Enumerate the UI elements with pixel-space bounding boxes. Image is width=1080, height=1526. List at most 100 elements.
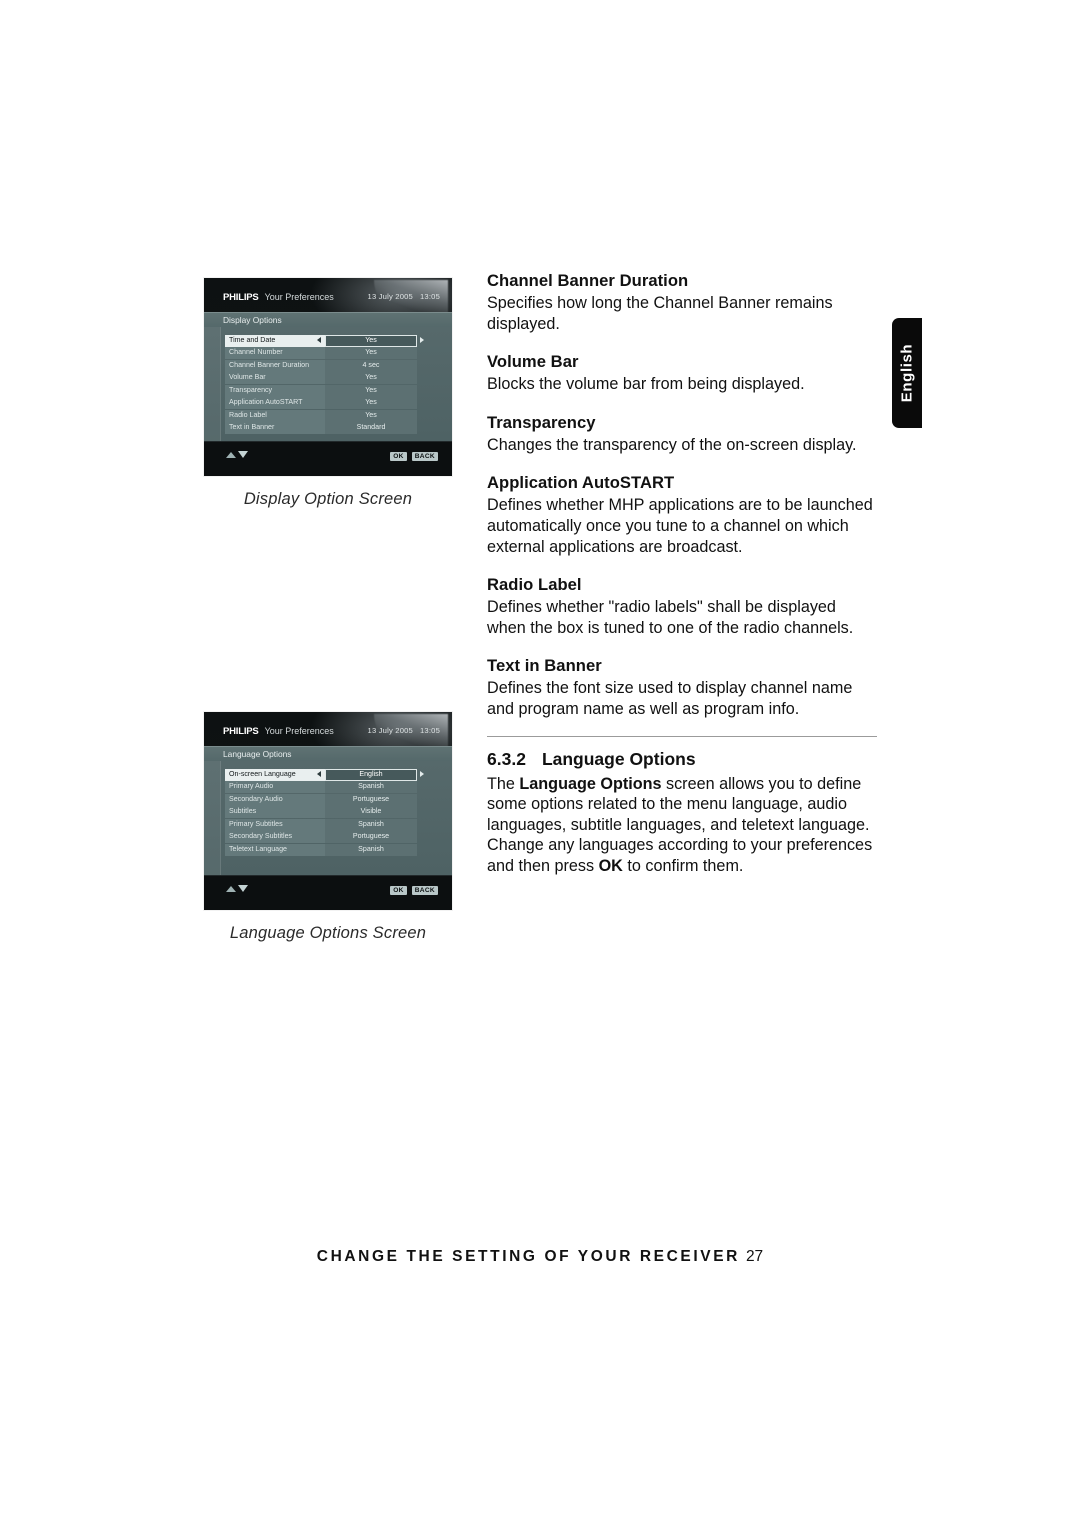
setting-label: On-screen Language xyxy=(225,769,325,781)
tv-menu-titlebar: Display Options xyxy=(204,312,452,328)
tv-settings-table: On-screen Language English Primary Audio… xyxy=(225,769,433,856)
arrow-up-icon[interactable] xyxy=(226,885,236,892)
setting-value[interactable]: English xyxy=(325,769,417,781)
setting-value[interactable]: Yes xyxy=(325,347,417,360)
setting-right-pad xyxy=(417,335,433,347)
body-text-column: Channel Banner Duration Specifies how lo… xyxy=(487,271,877,877)
arrow-down-icon[interactable] xyxy=(238,885,248,892)
tv-softkeys: OK BACK xyxy=(390,452,438,461)
setting-label: Channel Number xyxy=(225,347,325,360)
chevron-left-icon[interactable] xyxy=(317,337,321,344)
chevron-right-icon[interactable] xyxy=(420,337,424,344)
definition-term: Volume Bar xyxy=(487,352,579,372)
section-heading: 6.3.2 Language Options xyxy=(487,749,877,770)
tv-menu-titlebar: Language Options xyxy=(204,746,452,762)
arrow-down-icon[interactable] xyxy=(238,451,248,458)
setting-value[interactable]: Standard xyxy=(325,422,417,434)
tv-footer: OK BACK xyxy=(204,441,452,476)
definition-text: Changes the transparency of the on-scree… xyxy=(487,435,857,454)
setting-value[interactable]: Spanish xyxy=(325,781,417,794)
table-row[interactable]: Volume Bar Yes xyxy=(225,372,433,385)
tv-settings-table: Time and Date Yes Channel Number Yes Cha… xyxy=(225,335,433,435)
section-body: The Language Options screen allows you t… xyxy=(487,774,877,877)
definition-term: Application AutoSTART xyxy=(487,473,675,493)
section-divider xyxy=(487,735,877,737)
definition-text: Defines whether MHP applications are to … xyxy=(487,496,873,556)
setting-value[interactable]: Visible xyxy=(325,806,417,819)
table-row[interactable]: Application AutoSTART Yes xyxy=(225,397,433,410)
tv-nav-arrows[interactable] xyxy=(226,451,248,458)
tv-nav-arrows[interactable] xyxy=(226,885,248,892)
tv-screenshot-language-options: PHILIPS Your Preferences 13 July 2005 13:… xyxy=(204,712,452,910)
philips-logo: PHILIPS xyxy=(223,726,259,737)
setting-value[interactable]: Yes xyxy=(325,384,417,397)
footer-chapter-title: CHANGE THE SETTING OF YOUR RECEIVER xyxy=(316,1248,740,1265)
definition-text: Defines the font size used to display ch… xyxy=(487,679,853,718)
ok-button[interactable]: OK xyxy=(390,452,407,461)
tv-datetime: 13 July 2005 13:05 xyxy=(368,292,440,301)
setting-label: Teletext Language xyxy=(225,843,325,856)
tv-menu-title: Display Options xyxy=(223,315,282,325)
setting-right-pad xyxy=(417,347,433,359)
table-row[interactable]: Secondary Subtitles Portuguese xyxy=(225,831,433,844)
table-row[interactable]: Primary Audio Spanish xyxy=(225,781,433,794)
setting-label: Subtitles xyxy=(225,806,325,819)
setting-label: Volume Bar xyxy=(225,372,325,385)
setting-right-pad xyxy=(417,794,433,806)
section-body-part1: The xyxy=(487,774,520,793)
setting-value[interactable]: Yes xyxy=(325,335,417,347)
setting-value[interactable]: Yes xyxy=(325,409,417,422)
tv-menu-body: Time and Date Yes Channel Number Yes Cha… xyxy=(204,327,452,442)
setting-value[interactable]: Yes xyxy=(325,372,417,385)
setting-value[interactable]: Spanish xyxy=(325,843,417,856)
arrow-up-icon[interactable] xyxy=(226,451,236,458)
section-body-bold2: OK xyxy=(598,856,623,875)
setting-right-pad xyxy=(417,831,433,843)
back-button[interactable]: BACK xyxy=(411,452,438,461)
definition-term: Transparency xyxy=(487,412,596,432)
table-row[interactable]: On-screen Language English xyxy=(225,769,433,781)
table-row[interactable]: Transparency Yes xyxy=(225,384,433,397)
setting-value[interactable]: Portuguese xyxy=(325,831,417,844)
chevron-left-icon[interactable] xyxy=(317,771,321,778)
back-button[interactable]: BACK xyxy=(411,886,438,895)
table-row[interactable]: Teletext Language Spanish xyxy=(225,843,433,856)
table-row[interactable]: Text in Banner Standard xyxy=(225,422,433,434)
table-row[interactable]: Radio Label Yes xyxy=(225,409,433,422)
tv-header-subtitle: Your Preferences xyxy=(264,726,334,736)
language-side-tab-label: English xyxy=(898,343,916,403)
figure-display-option-screen: PHILIPS Your Preferences 13 July 2005 13:… xyxy=(204,278,452,509)
table-row[interactable]: Subtitles Visible xyxy=(225,806,433,819)
definition-term: Channel Banner Duration xyxy=(487,271,689,290)
tv-datetime: 13 July 2005 13:05 xyxy=(368,726,440,735)
setting-label: Channel Banner Duration xyxy=(225,359,325,372)
setting-label: Text in Banner xyxy=(225,422,325,434)
setting-label: Transparency xyxy=(225,384,325,397)
setting-value[interactable]: Yes xyxy=(325,397,417,410)
setting-right-pad xyxy=(417,806,433,818)
definition-term: Radio Label xyxy=(487,575,582,595)
setting-value[interactable]: Spanish xyxy=(325,818,417,831)
page-number: 27 xyxy=(745,1248,764,1265)
setting-right-pad xyxy=(417,844,433,856)
tv-softkeys: OK BACK xyxy=(390,886,438,895)
setting-right-pad xyxy=(417,781,433,793)
setting-value[interactable]: 4 sec xyxy=(325,359,417,372)
table-row[interactable]: Channel Banner Duration 4 sec xyxy=(225,359,433,372)
section-title: Language Options xyxy=(541,748,696,769)
ok-button[interactable]: OK xyxy=(390,886,407,895)
definition-term: Text in Banner xyxy=(487,656,602,676)
figure-language-options-screen: PHILIPS Your Preferences 13 July 2005 13:… xyxy=(204,712,452,943)
table-row[interactable]: Time and Date Yes xyxy=(225,335,433,347)
table-row[interactable]: Secondary Audio Portuguese xyxy=(225,793,433,806)
tv-screenshot-display-options: PHILIPS Your Preferences 13 July 2005 13:… xyxy=(204,278,452,476)
table-row[interactable]: Channel Number Yes xyxy=(225,347,433,360)
manual-page: English PHILIPS Your Preferences 13 July… xyxy=(0,0,1080,1526)
setting-right-pad xyxy=(417,360,433,372)
table-row[interactable]: Primary Subtitles Spanish xyxy=(225,818,433,831)
chevron-right-icon[interactable] xyxy=(420,771,424,778)
definition-text: Blocks the volume bar from being display… xyxy=(487,375,805,394)
setting-value[interactable]: Portuguese xyxy=(325,793,417,806)
section-body-bold1: Language Options xyxy=(519,774,662,793)
setting-right-pad xyxy=(417,372,433,384)
